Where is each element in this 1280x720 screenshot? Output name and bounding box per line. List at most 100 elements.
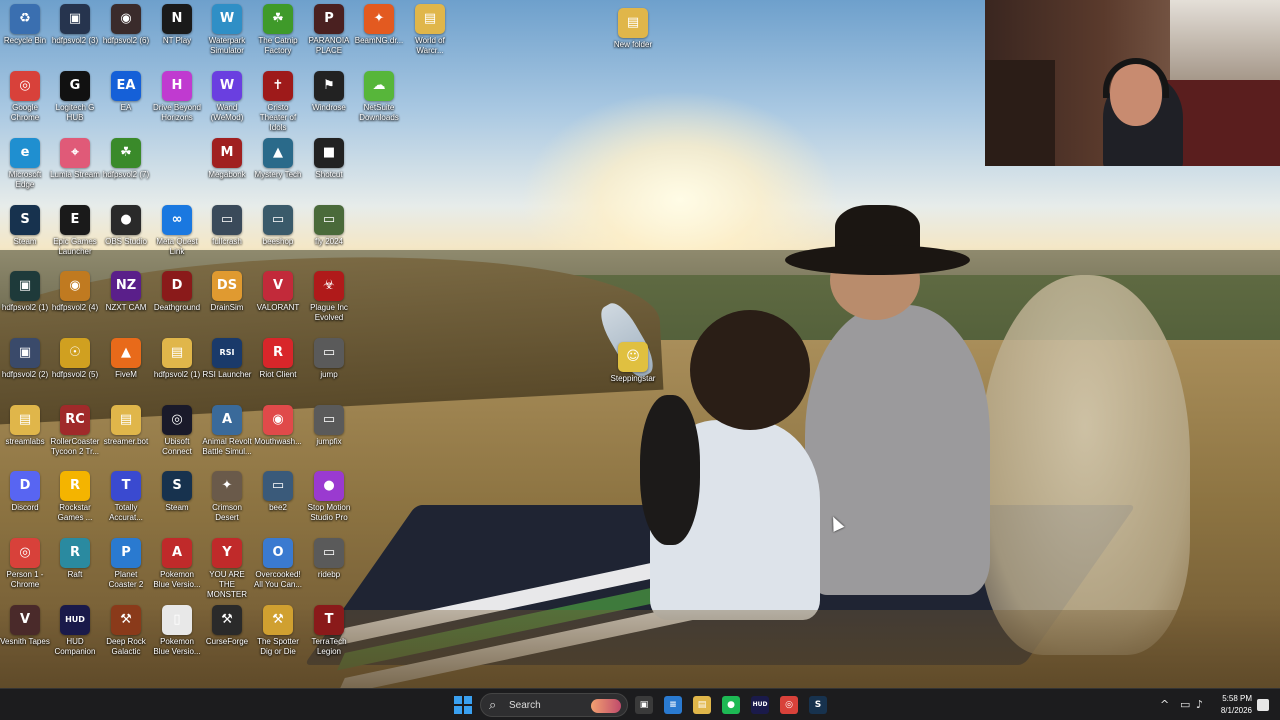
desktop-icon-jump[interactable]: ▭ jump <box>304 334 354 400</box>
desktop-icon-label: ridebp <box>317 570 341 579</box>
desktop-icon-label: TerraTech Legion <box>311 637 347 656</box>
start-button[interactable] <box>451 693 475 717</box>
desktop-icon-raft[interactable]: R Raft <box>50 534 100 600</box>
desktop-icon-google-chrome[interactable]: ◎ Google Chrome <box>0 67 50 133</box>
terratech-legion-icon: T <box>314 605 344 635</box>
desktop-icon-crimson-desert[interactable]: ✦ Crimson Desert <box>202 467 252 533</box>
desktop-icon-fullcrash[interactable]: ▭ fullcrash <box>202 201 252 267</box>
taskbar-task-view-button[interactable]: ▣ <box>632 693 656 717</box>
desktop-icon-netsuite-downloads[interactable]: ☁ NetSuite Downloads <box>354 67 404 133</box>
desktop-icon-pokemon-blue-versio[interactable]: ▯ Pokemon Blue Versio... <box>152 601 202 667</box>
wand-wemod-icon: W <box>212 71 242 101</box>
desktop-icon-epic-games-launcher[interactable]: E Epic Games Launcher <box>50 201 100 267</box>
desktop-icon-hdfpsvol2-6[interactable]: ◉ hdfpsvol2 (6) <box>101 0 151 66</box>
taskbar-file-explorer-button[interactable]: ▤ <box>690 693 714 717</box>
desktop-icon-hdfpsvol2-3[interactable]: ▣ hdfpsvol2 (3) <box>50 0 100 66</box>
desktop-icon-label: RollerCoaster Tycoon 2 Tr... <box>50 437 100 456</box>
desktop-icon-wand-wemod[interactable]: W Wand (WeMod) <box>202 67 252 133</box>
desktop-icon-animal-revolt-battle-simul[interactable]: A Animal Revolt Battle Simul... <box>202 401 252 467</box>
desktop-icon-planet-coaster-2[interactable]: P Planet Coaster 2 <box>101 534 151 600</box>
desktop-icon-lumia-stream[interactable]: ⌖ Lumia Stream <box>50 134 100 200</box>
desktop-icon-meta-quest-link[interactable]: ∞ Meta Quest Link <box>152 201 202 267</box>
desktop-icon-hdfpsvol2-1[interactable]: ▣ hdfpsvol2 (1) <box>0 267 50 333</box>
desktop-icon-streamlabs[interactable]: ▤ streamlabs <box>0 401 50 467</box>
desktop-icon-the-catnip-factory[interactable]: ☘ The Catnip Factory <box>253 0 303 66</box>
desktop-icon-beamng-dr[interactable]: ✦ BeamNG.dr... <box>354 0 404 66</box>
desktop-icon-overcooked-all-you-can[interactable]: O Overcooked! All You Can... <box>253 534 303 600</box>
desktop-icon-mouthwash[interactable]: ◉ Mouthwash... <box>253 401 303 467</box>
desktop-icon-fivem[interactable]: ▲ FiveM <box>101 334 151 400</box>
desktop-icon-steppingstar[interactable]: ☺ Steppingstar <box>608 338 658 404</box>
taskbar-clock[interactable]: 5:58 PM 8/1/2026 <box>1212 693 1252 717</box>
desktop-icon-drainsim[interactable]: DS DrainSim <box>202 267 252 333</box>
taskbar-search[interactable]: ⌕ Search <box>480 693 628 717</box>
desktop-icon-nt-play[interactable]: N NT Play <box>152 0 202 66</box>
you-are-the-monster-icon: Y <box>212 538 242 568</box>
desktop-icon-stop-motion-studio-pro[interactable]: ● Stop Motion Studio Pro <box>304 467 354 533</box>
desktop-icon-rsi-launcher[interactable]: RSI RSI Launcher <box>202 334 252 400</box>
desktop-icon-hdfpsvol2-5[interactable]: ☉ hdfpsvol2 (5) <box>50 334 100 400</box>
desktop-icon-mystery-tech[interactable]: ▲ Mystery Tech <box>253 134 303 200</box>
desktop-icon-megabonk[interactable]: M Megabonk <box>202 134 252 200</box>
desktop-icon-label: fullcrash <box>212 237 242 246</box>
desktop-icon-new-folder[interactable]: ▤ New folder <box>608 4 658 70</box>
desktop-icon-rockstar-games[interactable]: R Rockstar Games ... <box>50 467 100 533</box>
desktop-icon-hdfpsvol2-2[interactable]: ▣ hdfpsvol2 (2) <box>0 334 50 400</box>
desktop-icon-discord[interactable]: D Discord <box>0 467 50 533</box>
tray-overflow-chevron-icon[interactable]: ^ <box>1160 697 1169 713</box>
wallpaper-cat <box>640 395 700 545</box>
desktop-icon-nzxt-cam[interactable]: NZ NZXT CAM <box>101 267 151 333</box>
desktop-icon-pokemon-blue-versio[interactable]: A Pokemon Blue Versio... <box>152 534 202 600</box>
desktop-icon-label: Wand (WeMod) <box>210 103 244 122</box>
network-icon[interactable]: ▭ <box>1180 697 1190 713</box>
desktop-icon-vesnith-tapes[interactable]: V Vesnith Tapes <box>0 601 50 667</box>
desktop-icon-jumpfix[interactable]: ▭ jumpfix <box>304 401 354 467</box>
taskbar-steam-button[interactable]: S <box>806 693 830 717</box>
desktop-icon-cristo-theater-of-idols[interactable]: ✝ Cristo Theater of Idols <box>253 67 303 133</box>
desktop-icon-steam[interactable]: S Steam <box>0 201 50 267</box>
desktop-icon-valorant[interactable]: V VALORANT <box>253 267 303 333</box>
desktop-icon-person-1-chrome[interactable]: ◎ Person 1 - Chrome <box>0 534 50 600</box>
taskbar-spotify-button[interactable]: ● <box>719 693 743 717</box>
desktop-icon-ridebp[interactable]: ▭ ridebp <box>304 534 354 600</box>
desktop-icon-beeshop[interactable]: ▭ beeshop <box>253 201 303 267</box>
desktop-icon-recycle-bin[interactable]: ♻ Recycle Bin <box>0 0 50 66</box>
volume-icon[interactable]: ♪ <box>1196 697 1203 713</box>
desktop-icon-world-of-warcr[interactable]: ▤ World of Warcr... <box>405 0 455 66</box>
desktop-icon-hdfpsvol2-1[interactable]: ▤ hdfpsvol2 (1) <box>152 334 202 400</box>
desktop-icon-deathground[interactable]: D Deathground <box>152 267 202 333</box>
desktop-icon-ubisoft-connect[interactable]: ◎ Ubisoft Connect <box>152 401 202 467</box>
desktop-icon-obs-studio[interactable]: ● OBS Studio <box>101 201 151 267</box>
desktop-icon-hdfpsvol2-4[interactable]: ◉ hdfpsvol2 (4) <box>50 267 100 333</box>
desktop-icon-terratech-legion[interactable]: T TerraTech Legion <box>304 601 354 667</box>
taskbar-notepad-button[interactable]: ≡ <box>661 693 685 717</box>
desktop-icon-riot-client[interactable]: R Riot Client <box>253 334 303 400</box>
desktop-icon-windrose[interactable]: ⚑ Windrose <box>304 67 354 133</box>
desktop-icon-rollercoaster-tycoon-2-tr[interactable]: RC RollerCoaster Tycoon 2 Tr... <box>50 401 100 467</box>
desktop-icon-waterpark-simulator[interactable]: W Waterpark Simulator <box>202 0 252 66</box>
taskbar-chrome-button[interactable]: ◎ <box>777 693 801 717</box>
desktop-icon-deep-rock-galactic[interactable]: ⚒ Deep Rock Galactic <box>101 601 151 667</box>
notification-button[interactable] <box>1254 693 1272 717</box>
desktop-icon-steam[interactable]: S Steam <box>152 467 202 533</box>
desktop-icon-microsoft-edge[interactable]: e Microsoft Edge <box>0 134 50 200</box>
desktop-icon-the-spotter-dig-or-die[interactable]: ⚒ The Spotter Dig or Die <box>253 601 303 667</box>
taskbar-hud-fx-button[interactable]: HUD <box>748 693 772 717</box>
desktop-icon-hud-companion[interactable]: HUD HUD Companion <box>50 601 100 667</box>
desktop-icon-shotcut[interactable]: ■ Shotcut <box>304 134 354 200</box>
desktop-icon-totally-accurat[interactable]: T Totally Accurat... <box>101 467 151 533</box>
desktop-icon-paranoia-place[interactable]: P PARANOIA PLACE <box>304 0 354 66</box>
desktop-icon-drive-beyond-horizons[interactable]: H Drive Beyond Horizons <box>152 67 202 133</box>
desktop-icon-plague-inc-evolved[interactable]: ☣ Plague Inc Evolved <box>304 267 354 333</box>
folder-icon: ▤ <box>618 8 648 38</box>
desktop-icon-bee2[interactable]: ▭ bee2 <box>253 467 303 533</box>
desktop-icon-fly-2024[interactable]: ▭ fly 2024 <box>304 201 354 267</box>
desktop-icon-curseforge[interactable]: ⚒ CurseForge <box>202 601 252 667</box>
file-explorer-icon: ▤ <box>693 696 711 714</box>
desktop-icon-hdfpsvol2-7[interactable]: ☘ hdfpsvol2 (7) <box>101 134 151 200</box>
desktop-icon-ea[interactable]: EA EA <box>101 67 151 133</box>
desktop-icon-logitech-g-hub[interactable]: G Logitech G HUB <box>50 67 100 133</box>
desktop-icon-streamer-bot[interactable]: ▤ streamer.bot <box>101 401 151 467</box>
fly-2024-icon: ▭ <box>314 205 344 235</box>
desktop-icon-you-are-the-monster[interactable]: Y YOU ARE THE MONSTER <box>202 534 252 600</box>
